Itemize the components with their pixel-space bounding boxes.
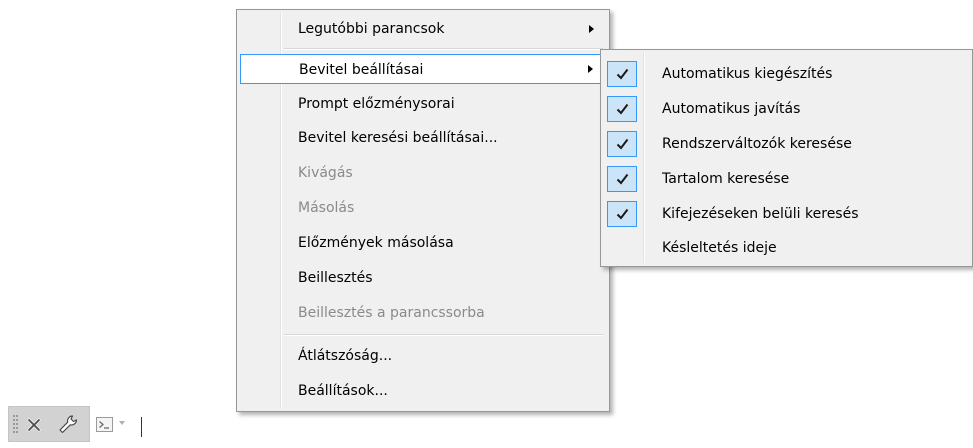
submenu-item-autocomplete[interactable]: Automatikus kiegészítés	[604, 59, 969, 89]
menu-item-transparency[interactable]: Átlátszóság...	[240, 341, 606, 371]
menu-item-prompt-history[interactable]: Prompt előzménysorai	[240, 89, 606, 119]
dropdown-arrow-icon[interactable]	[119, 421, 125, 425]
wrench-icon[interactable]	[57, 413, 79, 435]
menu-item-input-settings[interactable]: Bevitel beállításai	[240, 54, 606, 84]
submenu-item-autocorrect[interactable]: Automatikus javítás	[604, 94, 969, 124]
checkmark-icon	[607, 201, 637, 227]
command-line-tool-strip	[8, 406, 90, 442]
input-settings-submenu: Automatikus kiegészítés Automatikus javí…	[600, 49, 973, 267]
command-line-input[interactable]	[130, 412, 538, 438]
menu-item-label: Átlátszóság...	[298, 348, 393, 364]
submenu-item-label: Kifejezéseken belüli keresés	[662, 206, 859, 222]
menu-item-options[interactable]: Beállítások...	[240, 376, 606, 406]
menu-item-label: Bevitel keresési beállításai...	[298, 130, 498, 146]
checkmark-icon	[607, 96, 637, 122]
command-line-bar	[0, 404, 973, 448]
checkmark-icon	[607, 61, 637, 87]
text-caret	[141, 417, 142, 437]
menu-item-label: Beállítások...	[298, 383, 388, 399]
submenu-item-search-system-variables[interactable]: Rendszerváltozók keresése	[604, 129, 969, 159]
command-prompt-icon[interactable]	[96, 416, 114, 434]
checkmark-icon	[607, 166, 637, 192]
submenu-arrow-icon	[588, 65, 593, 73]
menu-item-label: Beillesztés	[298, 270, 373, 286]
menu-item-paste-to-command-line[interactable]: Beillesztés a parancssorba	[240, 298, 606, 328]
menu-item-input-search-options[interactable]: Bevitel keresési beállításai...	[240, 123, 606, 153]
menu-separator	[284, 334, 603, 336]
menu-item-label: Beillesztés a parancssorba	[298, 305, 485, 321]
submenu-item-mid-string-search[interactable]: Kifejezéseken belüli keresés	[604, 199, 969, 229]
menu-item-copy[interactable]: Másolás	[240, 193, 606, 223]
submenu-item-label: Tartalom keresése	[662, 171, 790, 187]
menu-item-paste[interactable]: Beillesztés	[240, 263, 606, 293]
submenu-item-label: Késleltetés ideje	[662, 240, 777, 256]
submenu-arrow-icon	[589, 25, 594, 33]
submenu-item-delay-time[interactable]: Késleltetés ideje	[604, 233, 969, 263]
menu-item-copy-history[interactable]: Előzmények másolása	[240, 228, 606, 258]
close-icon[interactable]	[26, 415, 44, 435]
menu-item-label: Legutóbbi parancsok	[298, 21, 445, 37]
menu-item-label: Prompt előzménysorai	[298, 96, 455, 112]
checkmark-icon	[607, 131, 637, 157]
submenu-item-search-content[interactable]: Tartalom keresése	[604, 164, 969, 194]
submenu-item-label: Automatikus javítás	[662, 101, 801, 117]
menu-item-label: Kivágás	[298, 165, 353, 181]
menu-item-recent-commands[interactable]: Legutóbbi parancsok	[240, 14, 606, 44]
menu-item-label: Másolás	[298, 200, 355, 216]
context-menu: Legutóbbi parancsok Bevitel beállításai …	[236, 9, 610, 412]
grip-icon[interactable]	[13, 415, 19, 435]
submenu-item-label: Rendszerváltozók keresése	[662, 136, 852, 152]
submenu-item-label: Automatikus kiegészítés	[662, 66, 833, 82]
menu-separator	[284, 48, 603, 50]
menu-item-cut[interactable]: Kivágás	[240, 158, 606, 188]
menu-item-label: Bevitel beállításai	[299, 62, 424, 78]
menu-item-label: Előzmények másolása	[298, 235, 454, 251]
